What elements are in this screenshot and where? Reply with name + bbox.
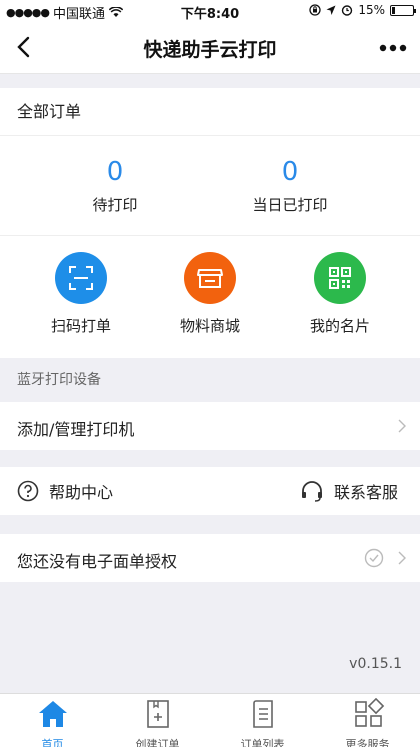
scan-order-button[interactable]: 扫码打单 [21, 252, 141, 336]
page-title: 快递助手云打印 [143, 39, 277, 61]
create-order-icon [146, 700, 169, 728]
check-circle-icon [364, 548, 384, 568]
chevron-right-icon [398, 419, 406, 433]
my-card-label: 我的名片 [309, 317, 370, 335]
tab-more-services-label: 更多服务 [345, 738, 390, 747]
pending-print-count: 0 [106, 157, 124, 187]
help-center-label: 帮助中心 [49, 483, 114, 502]
battery-icon [390, 4, 416, 16]
tab-create-order-label: 创建订单 [135, 738, 180, 747]
my-card-button[interactable]: 我的名片 [280, 252, 400, 336]
stat-printed-today[interactable]: 0 当日已打印 [200, 158, 380, 215]
manage-printer-label: 添加/管理打印机 [17, 420, 135, 439]
tab-bar: 首页 创建订单 订单列表 更多服务 [0, 693, 420, 747]
tab-home-label: 首页 [41, 738, 64, 747]
shop-icon [184, 252, 236, 304]
scan-icon [55, 252, 107, 304]
waybill-authorization-row[interactable]: 您还没有电子面单授权 [0, 534, 420, 582]
chevron-right-icon [398, 551, 406, 565]
screen-lock-icon [309, 4, 321, 16]
all-orders-heading[interactable]: 全部订单 [0, 88, 420, 136]
supply-mall-button[interactable]: 物料商城 [150, 252, 270, 336]
orders-card: 全部订单 0 待打印 0 当日已打印 扫码打单 物料商城 我的名片 [0, 88, 420, 358]
status-bar: ●●●●● 中国联通 下午8:40 15% [0, 0, 420, 22]
order-stats: 0 待打印 0 当日已打印 [0, 136, 420, 236]
tab-more-services[interactable]: 更多服务 [315, 697, 420, 747]
order-list-icon [252, 700, 273, 728]
waybill-authorization-label: 您还没有电子面单授权 [17, 552, 178, 571]
manage-printer-row[interactable]: 添加/管理打印机 [0, 402, 420, 450]
more-dots-icon[interactable] [376, 36, 410, 60]
battery-fill [392, 6, 395, 14]
printed-today-count: 0 [281, 157, 299, 187]
alarm-icon [342, 5, 353, 16]
battery-percent: 15% [358, 3, 385, 17]
location-icon [326, 5, 336, 15]
stat-pending-print[interactable]: 0 待打印 [25, 158, 205, 215]
question-circle-icon [17, 480, 39, 502]
tab-home[interactable]: 首页 [0, 698, 105, 747]
contact-service-label: 联系客服 [334, 483, 399, 502]
headset-icon [302, 481, 322, 502]
nav-bar: 快递助手云打印 [0, 22, 420, 74]
quick-actions: 扫码打单 物料商城 我的名片 [0, 236, 420, 358]
home-icon [38, 701, 67, 727]
tab-order-list[interactable]: 订单列表 [210, 698, 315, 747]
tab-order-list-label: 订单列表 [240, 738, 285, 747]
printed-today-label: 当日已打印 [252, 196, 328, 214]
more-services-icon [354, 697, 384, 727]
contact-service-button[interactable]: 联系客服 [300, 479, 398, 503]
supply-mall-label: 物料商城 [179, 317, 240, 335]
support-row: 帮助中心 联系客服 [0, 467, 420, 515]
app-version: v0.15.1 [349, 656, 402, 672]
scan-order-label: 扫码打单 [50, 317, 111, 335]
tab-create-order[interactable]: 创建订单 [105, 698, 210, 747]
qr-code-icon [314, 252, 366, 304]
help-center-button[interactable]: 帮助中心 [17, 479, 113, 503]
bluetooth-section-label: 蓝牙打印设备 [17, 372, 101, 388]
pending-print-label: 待打印 [92, 196, 138, 214]
